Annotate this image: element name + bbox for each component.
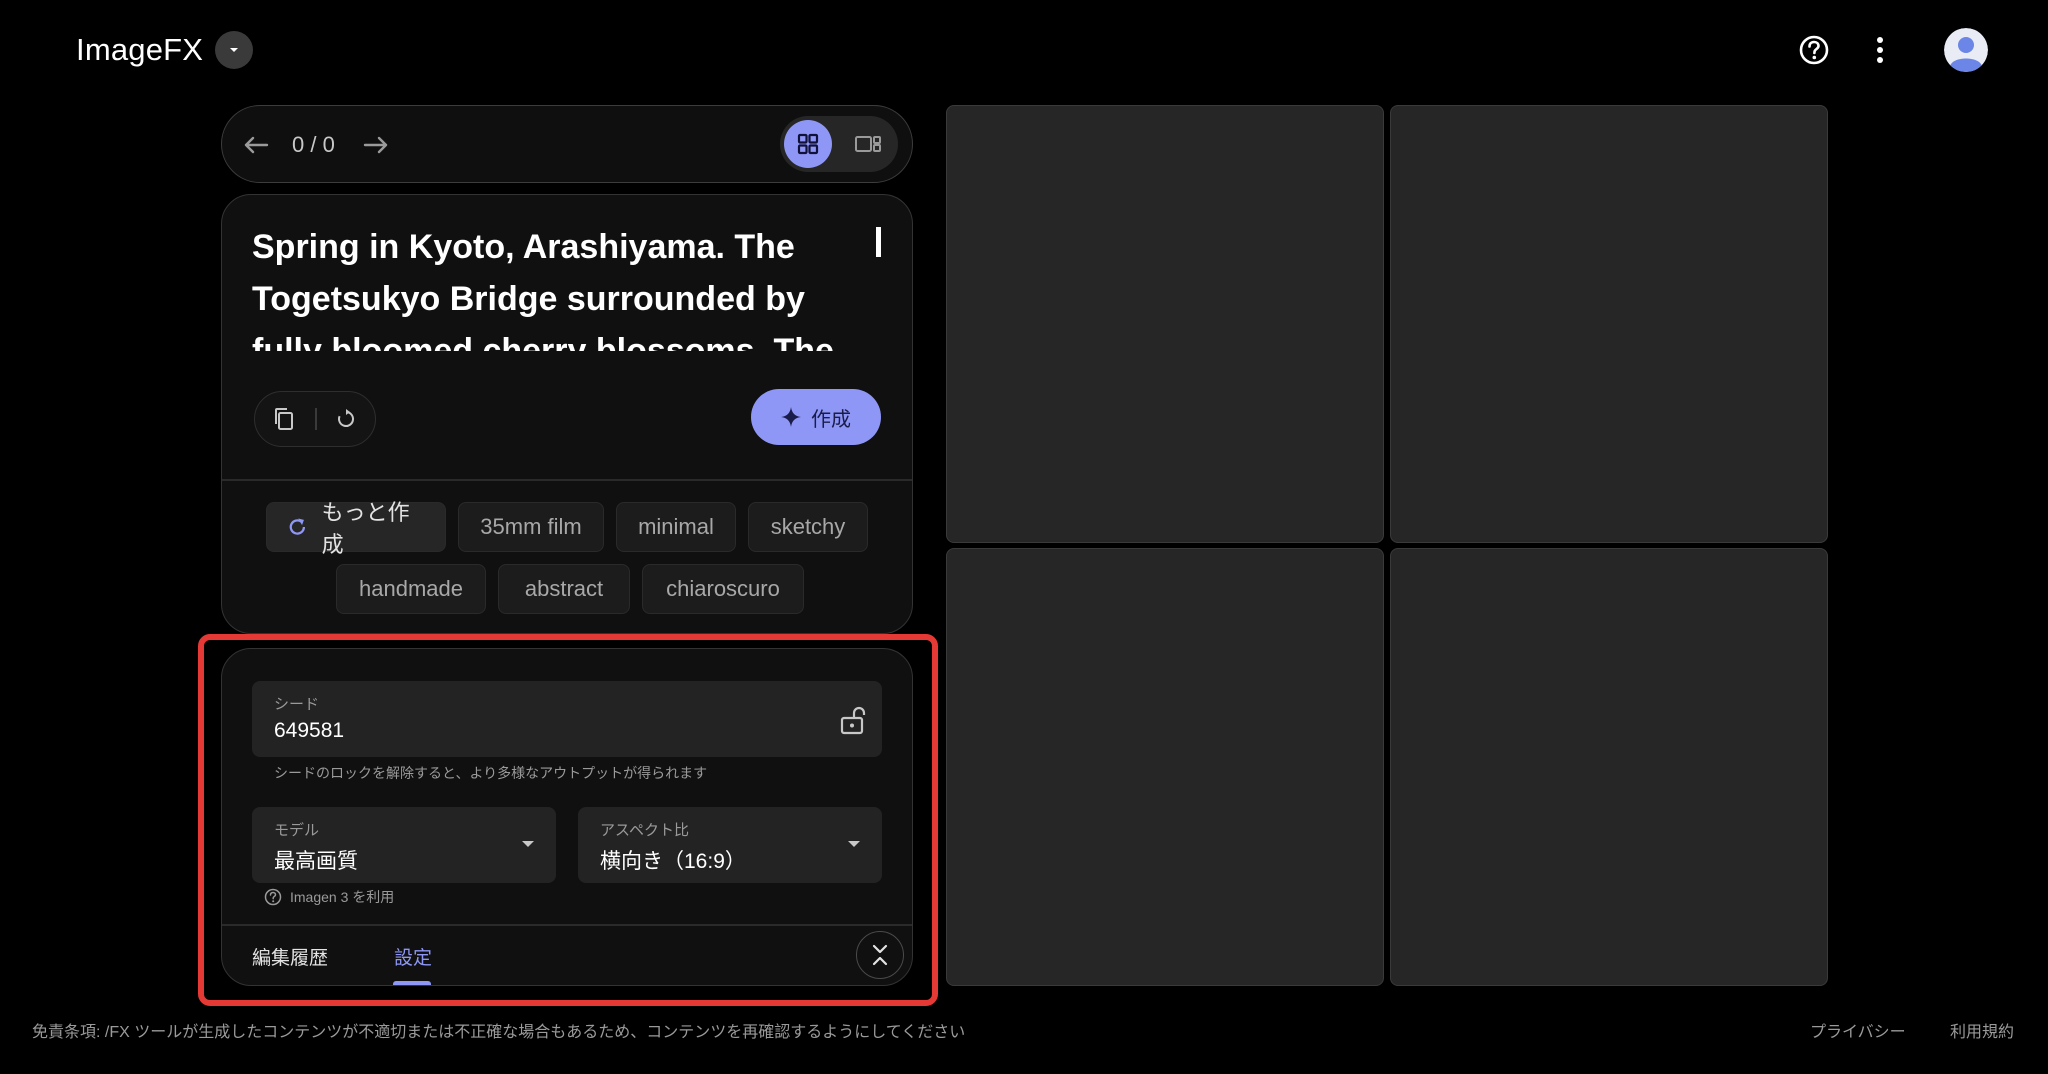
tool-separator <box>315 408 317 430</box>
help-circle-icon <box>1799 35 1829 65</box>
style-chip[interactable]: 35mm film <box>458 502 604 552</box>
privacy-link[interactable]: プライバシー <box>1810 1018 1906 1042</box>
result-counter: 0 / 0 <box>292 132 335 157</box>
account-avatar-icon <box>1944 28 1988 72</box>
copy-button[interactable] <box>259 394 309 444</box>
disclaimer-text: 免責条項: /FX ツールが生成したコンテンツが不適切または不正確な場合もあるた… <box>32 1024 966 1041</box>
app-switcher-button[interactable] <box>215 31 254 69</box>
style-chip[interactable]: chiaroscuro <box>642 564 804 614</box>
reset-icon <box>338 409 354 427</box>
create-button[interactable]: 作成 <box>751 389 881 445</box>
sparkle-icon <box>781 407 801 427</box>
terms-link[interactable]: 利用規約 <box>1950 1018 2014 1042</box>
view-toggle <box>780 116 898 172</box>
style-chip[interactable]: minimal <box>616 502 736 552</box>
brand: ImageFX <box>76 30 254 70</box>
prompt-card: Spring in Kyoto, Arashiyama. The Togetsu… <box>221 194 913 634</box>
caret-down-icon <box>230 48 239 52</box>
style-chip[interactable]: sketchy <box>748 502 868 552</box>
prev-button[interactable] <box>236 125 276 165</box>
style-chip[interactable]: handmade <box>336 564 486 614</box>
help-icon[interactable] <box>1794 30 1834 70</box>
grid-view-button[interactable] <box>784 120 832 168</box>
arrow-right-icon <box>363 136 388 154</box>
single-view-icon <box>855 136 881 152</box>
account-avatar[interactable] <box>1944 28 1988 72</box>
app-title: ImageFX <box>76 32 204 67</box>
arrow-left-icon <box>244 136 269 154</box>
prompt-input[interactable]: Spring in Kyoto, Arashiyama. The Togetsu… <box>252 221 852 351</box>
image-tile[interactable] <box>946 105 1384 543</box>
image-tile[interactable] <box>1390 105 1828 543</box>
refresh-icon <box>289 518 306 535</box>
reset-button[interactable] <box>321 394 371 444</box>
create-button-label: 作成 <box>811 408 851 431</box>
text-cursor <box>876 227 881 257</box>
single-view-button[interactable] <box>844 120 892 168</box>
image-tile[interactable] <box>946 548 1384 986</box>
style-chip[interactable]: abstract <box>498 564 630 614</box>
prompt-divider <box>222 479 912 481</box>
image-tile[interactable] <box>1390 548 1828 986</box>
highlight-box <box>198 634 938 1006</box>
next-button[interactable] <box>356 125 396 165</box>
more-vertical-icon <box>1877 37 1883 63</box>
more-create-label: もっと作成 <box>321 500 410 557</box>
result-navigation: 0 / 0 <box>221 105 913 183</box>
more-menu-button[interactable] <box>1860 30 1900 70</box>
copy-icon <box>275 408 293 430</box>
grid-view-icon <box>797 133 819 155</box>
prompt-tools <box>254 391 376 447</box>
more-create-chip[interactable]: もっと作成 <box>266 500 446 557</box>
